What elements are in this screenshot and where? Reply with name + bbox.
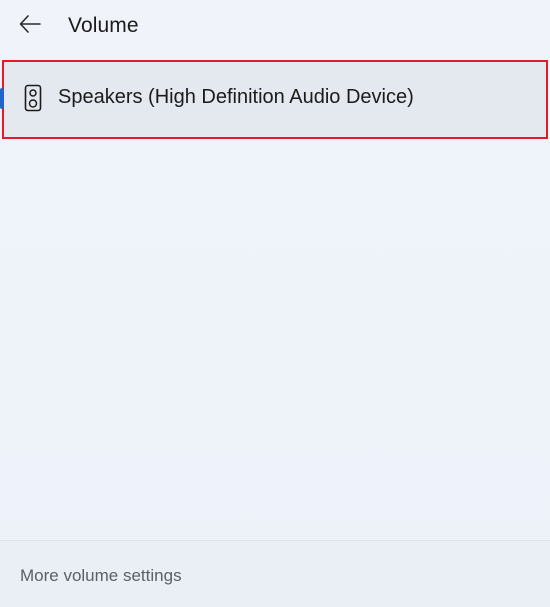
speaker-icon (24, 84, 42, 112)
volume-flyout-panel: Volume Speakers (High Definition Audio D… (0, 0, 550, 607)
back-button[interactable] (10, 8, 50, 44)
selection-indicator (0, 88, 4, 109)
device-label: Speakers (High Definition Audio Device) (58, 86, 414, 108)
header: Volume (0, 0, 550, 54)
more-volume-settings-link[interactable]: More volume settings (20, 566, 182, 586)
arrow-left-icon (19, 14, 41, 38)
page-title: Volume (68, 14, 139, 37)
